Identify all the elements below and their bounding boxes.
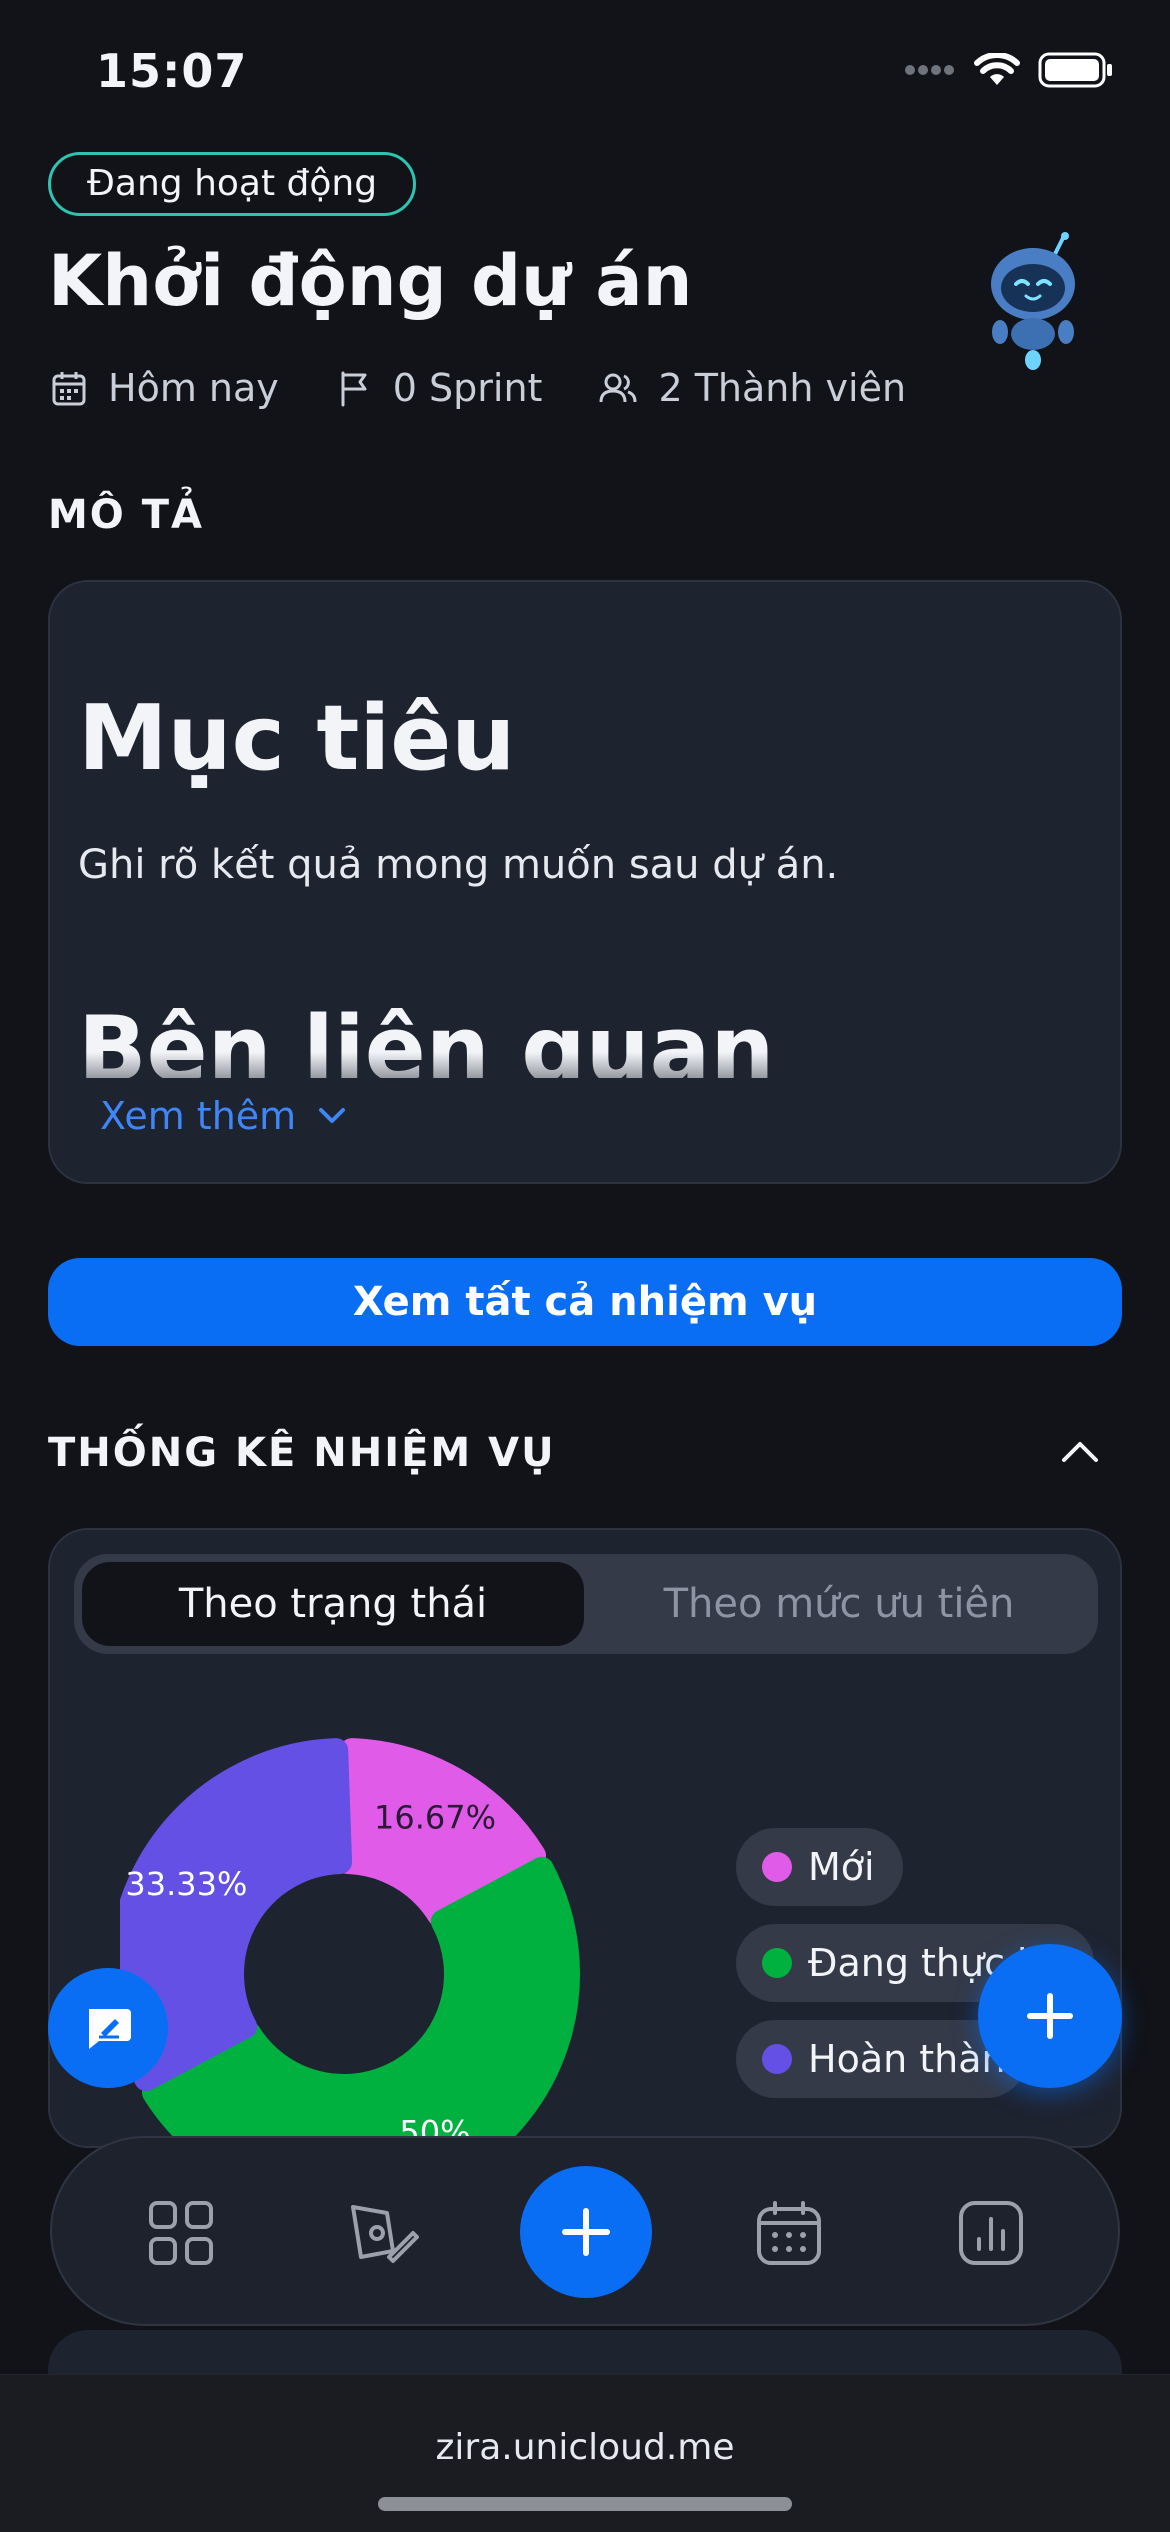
view-all-tasks-button[interactable]: Xem tất cả nhiệm vụ	[48, 1258, 1122, 1346]
donut-label-2: 33.33%	[125, 1865, 247, 1903]
description-section-label: MÔ TẢ	[48, 492, 204, 538]
signal-dots-icon	[905, 65, 954, 75]
status-time: 15:07	[96, 44, 248, 98]
legend-dot-in-progress	[762, 1948, 792, 1978]
status-icons	[904, 52, 1114, 88]
chevron-up-icon	[1062, 1442, 1098, 1462]
dashboard-icon	[149, 2201, 213, 2265]
project-status-badge: Đang hoạt động	[48, 152, 417, 216]
whiteboard-icon	[351, 2205, 419, 2263]
see-more-label: Xem thêm	[100, 1094, 297, 1138]
description-text: Ghi rõ kết quả mong muốn sau dự án.	[78, 842, 839, 888]
collapse-stats-button[interactable]	[1060, 1438, 1100, 1468]
project-meta: Hôm nay 0 Sprint 2 Thành viên	[50, 366, 906, 410]
tab-by-priority[interactable]: Theo mức ưu tiên	[588, 1562, 1090, 1646]
meta-members: 2 Thành viên	[598, 366, 906, 410]
stats-card: Theo trạng thái Theo mức ưu tiên 16.67% 5…	[48, 1528, 1122, 2148]
bottom-nav	[50, 2136, 1120, 2326]
nav-dashboard[interactable]	[136, 2188, 226, 2278]
plus-icon	[1027, 1993, 1073, 2039]
edit-message-icon	[89, 2009, 131, 2049]
feedback-button[interactable]	[48, 1968, 168, 2088]
calendar-icon	[757, 2201, 821, 2265]
users-icon	[599, 373, 637, 403]
donut-label-0: 16.67%	[374, 1798, 496, 1836]
project-title: Khởi động dự án	[48, 240, 693, 322]
browser-bar: zira.unicloud.me	[0, 2374, 1170, 2532]
battery-icon	[1038, 52, 1112, 88]
nav-whiteboard[interactable]	[338, 2188, 428, 2278]
status-donut-chart: 16.67%50%33.33%	[120, 1738, 580, 2146]
description-card: Mục tiêu Ghi rõ kết quả mong muốn sau dự…	[48, 580, 1122, 1184]
see-more-button[interactable]: Xem thêm	[100, 1094, 346, 1138]
meta-date: Hôm nay	[50, 366, 279, 410]
tab-by-status[interactable]: Theo trạng thái	[82, 1562, 584, 1646]
browser-url[interactable]: zira.unicloud.me	[0, 2427, 1170, 2468]
plus-icon	[562, 2208, 610, 2256]
wifi-icon	[974, 53, 1020, 85]
nav-calendar[interactable]	[744, 2188, 834, 2278]
home-indicator[interactable]	[378, 2497, 792, 2511]
legend-label-new: Mới	[808, 1845, 875, 1889]
meta-sprints: 0 Sprint	[335, 366, 543, 410]
nav-create-button[interactable]	[520, 2166, 652, 2298]
robot-mascot-icon[interactable]	[978, 232, 1088, 372]
stats-section-label: THỐNG KÊ NHIỆM VỤ	[48, 1430, 556, 1476]
chart-icon	[959, 2201, 1023, 2265]
flag-icon	[341, 371, 367, 407]
stats-tab-switch: Theo trạng thái Theo mức ưu tiên	[74, 1554, 1098, 1654]
meta-members-label: 2 Thành viên	[658, 366, 907, 410]
chevron-down-icon	[319, 1108, 346, 1123]
legend-item-new: Mới	[736, 1828, 903, 1906]
meta-date-label: Hôm nay	[108, 366, 279, 410]
description-heading: Mục tiêu	[78, 686, 516, 791]
legend-dot-done	[762, 2044, 792, 2074]
legend-dot-new	[762, 1852, 792, 1882]
meta-sprints-label: 0 Sprint	[392, 366, 543, 410]
calendar-icon	[52, 372, 86, 406]
add-task-fab[interactable]	[978, 1944, 1122, 2088]
nav-reports[interactable]	[946, 2188, 1036, 2278]
